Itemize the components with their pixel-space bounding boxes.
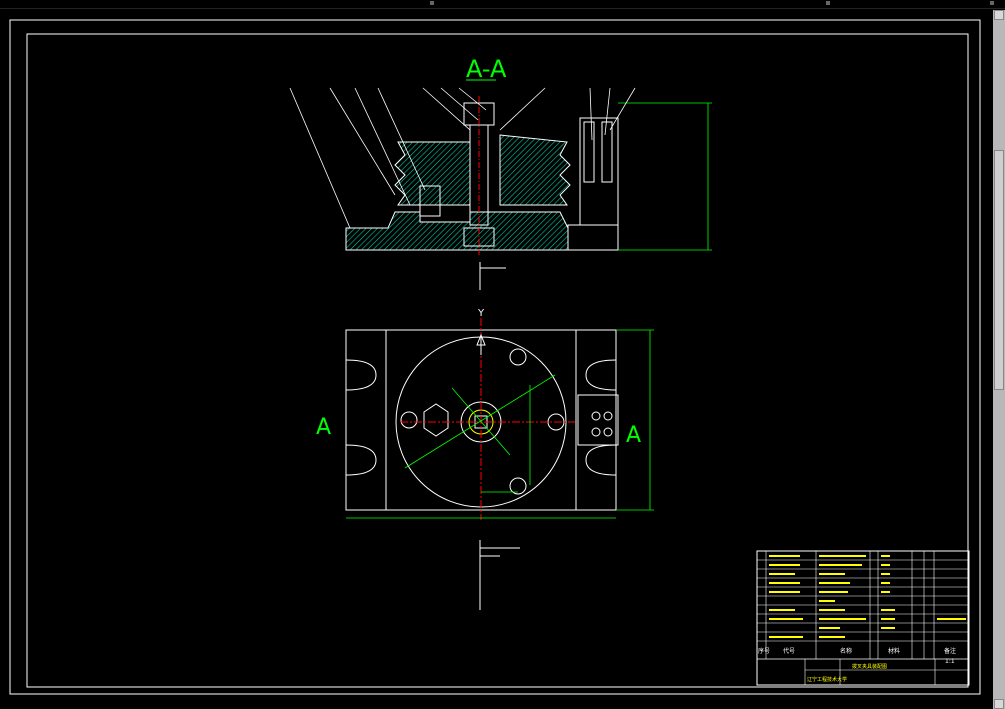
u-slot-right-bottom [585,444,617,476]
header-material: 材料 [888,647,900,655]
hole-left [400,411,418,429]
plan-view [345,318,654,520]
clamp-screw-right [601,121,613,183]
leader-8 [499,87,546,131]
leader-9 [589,87,593,141]
u-slot-left-top [345,359,377,391]
view-marker-left: A [316,415,331,440]
fork-body-right [499,134,571,206]
u-slot-left-bottom [345,444,377,476]
inner-border [26,33,969,688]
leader-10 [604,87,611,136]
leader-1 [289,87,351,229]
scroll-down-arrow-icon[interactable] [994,699,1004,709]
base-plate [345,211,569,251]
vertical-scrollbar[interactable] [993,10,1005,709]
leader-5 [422,87,471,131]
drawing-canvas[interactable]: A-A A A Y 序号 代号 名称 材料 备注 拨叉夹具装配图 1:1 辽宁工… [0,0,993,709]
header-row-number: 序号 [758,647,770,655]
drawing-scale: 1:1 [945,658,955,665]
title-block: 序号 代号 名称 材料 备注 拨叉夹具装配图 1:1 辽宁工程技术大学 [756,550,970,686]
clamp-hole-2 [603,411,613,421]
scroll-up-arrow-icon[interactable] [994,10,1004,20]
drawing-title: 拨叉夹具装配图 [852,663,887,670]
leader-6 [440,87,479,121]
u-slot-right-top [585,359,617,391]
clamp-screw-left [583,121,595,183]
header-name: 名称 [840,647,852,655]
clamp-hole-4 [603,427,613,437]
view-marker-right: A [626,423,641,448]
section-title: A-A [466,55,507,83]
fork-body-left [394,141,471,206]
scroll-thumb[interactable] [994,150,1004,390]
header-note: 备注 [944,647,956,655]
clamp-hole-1 [591,411,601,421]
axis-y-label: Y [477,308,485,319]
cad-viewport[interactable]: A-A A A Y 序号 代号 名称 材料 备注 拨叉夹具装配图 1:1 辽宁工… [0,0,1005,709]
hole-top [509,348,527,366]
leader-11 [609,87,636,131]
hex-nut [423,403,449,437]
header-code: 代号 [783,647,795,655]
clamp-hole-3 [591,427,601,437]
leader-4 [377,87,426,191]
school-name: 辽宁工程技术大学 [807,676,847,683]
section-view [289,87,712,255]
base-right-lug [567,224,619,251]
